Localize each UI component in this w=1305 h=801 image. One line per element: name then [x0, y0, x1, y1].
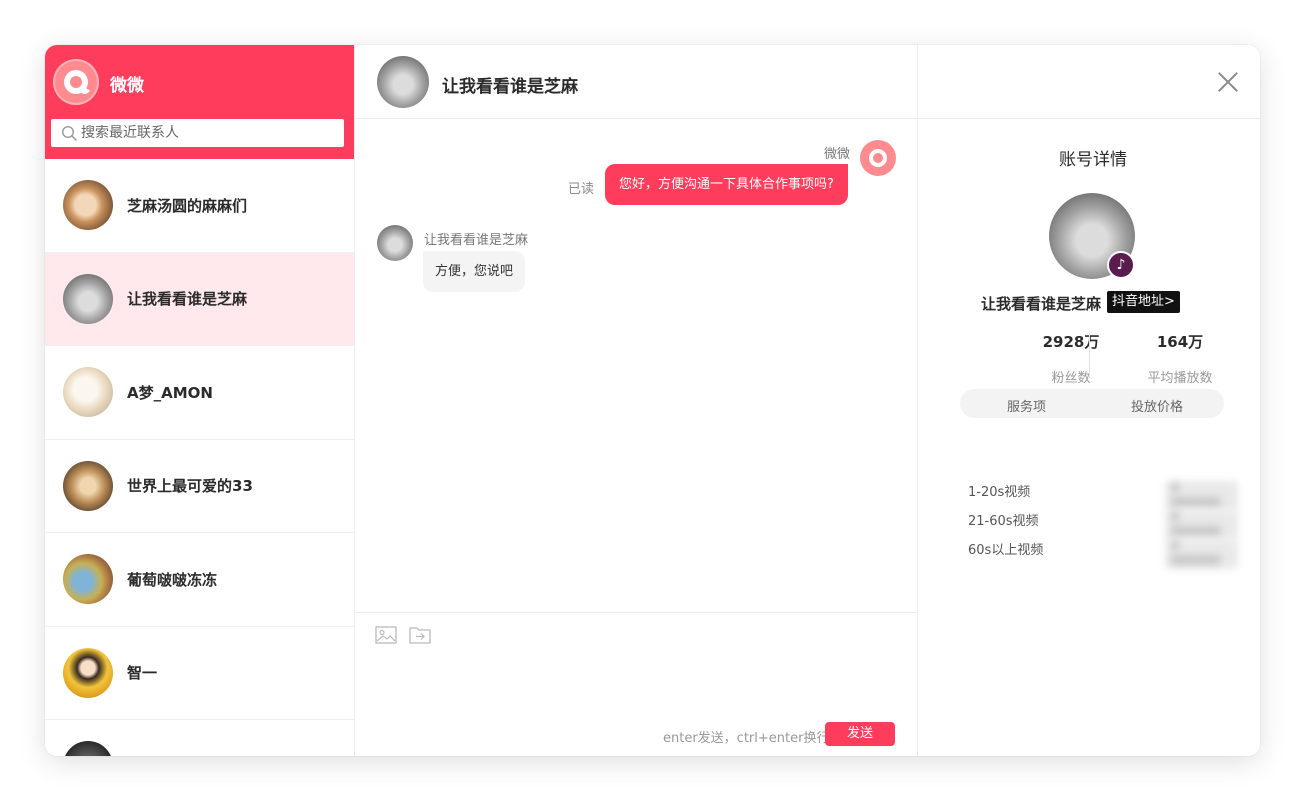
search-icon — [61, 125, 77, 141]
contact-name: A梦_AMON — [127, 383, 213, 402]
avatar — [63, 554, 113, 605]
self-avatar-icon — [860, 140, 896, 176]
service-price: ¥ 000000 — [1165, 510, 1238, 540]
avatar — [63, 741, 113, 756]
message-input[interactable] — [371, 653, 901, 713]
avatar — [63, 647, 113, 698]
sidebar: 微微 芝麻汤圆的麻麻们 让我看看谁是芝麻 A梦_AMON — [45, 45, 355, 756]
stat-divider — [1089, 331, 1090, 378]
avatar — [63, 460, 113, 511]
detail-name: 让我看看谁是芝麻 — [981, 295, 1102, 313]
search-box — [51, 119, 344, 147]
contact-item-active[interactable]: 让我看看谁是芝麻 — [45, 252, 354, 346]
avatar — [63, 273, 113, 324]
contact-item[interactable] — [45, 720, 354, 756]
plays-value: 164万 — [1156, 333, 1204, 351]
send-hint: enter发送，ctrl+enter换行 — [663, 731, 830, 746]
service-name: 21-60s视频 — [968, 514, 1039, 529]
contact-item[interactable]: 世界上最可爱的33 — [45, 440, 354, 533]
file-icon[interactable] — [409, 625, 431, 645]
sidebar-header: 微微 — [45, 45, 354, 159]
message-list: 微微 已读 您好，方便沟通一下具体合作事项吗? 让我看看谁是芝麻 方便，您说吧 — [355, 119, 918, 612]
app-window: 微微 芝麻汤圆的麻麻们 让我看看谁是芝麻 A梦_AMON — [45, 45, 1260, 756]
contact-name: 让我看看谁是芝麻 — [127, 290, 248, 309]
avatar — [63, 180, 113, 231]
service-price: ¥ 000000 — [1165, 481, 1238, 511]
contact-name: 智一 — [127, 664, 158, 683]
image-icon[interactable] — [375, 625, 397, 645]
other-avatar — [377, 225, 413, 261]
close-icon[interactable] — [1217, 71, 1239, 93]
self-sender-name: 微微 — [823, 147, 850, 162]
contact-name: 芝麻汤圆的麻麻们 — [127, 196, 248, 215]
price-header: 投放价格 — [1131, 400, 1184, 415]
service-header: 服务项 — [1007, 400, 1047, 415]
account-detail-panel: 账号详情 ♪ 让我看看谁是芝麻 抖音地址> 2928万 粉丝数 164万 平均播… — [918, 119, 1260, 756]
contact-name: 葡萄啵啵冻冻 — [127, 570, 218, 589]
read-status: 已读 — [568, 182, 595, 197]
service-row: 1-20s视频 ¥ 000000 — [968, 481, 1238, 511]
avatar — [63, 367, 113, 418]
contact-item[interactable]: A梦_AMON — [45, 346, 354, 440]
contact-item[interactable]: 智一 — [45, 627, 354, 720]
plays-label: 平均播放数 — [1147, 371, 1213, 386]
contact-item[interactable]: 芝麻汤圆的麻麻们 — [45, 159, 354, 253]
other-message-bubble: 方便，您说吧 — [423, 251, 526, 292]
send-button[interactable]: 发送 — [825, 722, 895, 746]
service-table-header: 服务项 投放价格 — [960, 389, 1224, 418]
service-name: 60s以上视频 — [968, 543, 1044, 558]
app-title: 微微 — [110, 76, 144, 96]
detail-title: 账号详情 — [1059, 150, 1127, 170]
service-row: 60s以上视频 ¥ 000000 — [968, 539, 1238, 569]
plays-stat: 164万 平均播放数 — [1115, 331, 1245, 386]
service-name: 1-20s视频 — [968, 485, 1031, 500]
other-sender-name: 让我看看谁是芝麻 — [424, 233, 529, 248]
service-row: 21-60s视频 ¥ 000000 — [968, 510, 1238, 540]
service-price: ¥ 000000 — [1165, 539, 1238, 569]
contact-list: 芝麻汤圆的麻麻们 让我看看谁是芝麻 A梦_AMON 世界上最可爱的33 葡萄啵啵… — [45, 159, 354, 756]
search-input[interactable] — [81, 119, 339, 147]
tiktok-icon: ♪ — [1107, 251, 1135, 279]
douyin-link[interactable]: 抖音地址> — [1107, 291, 1180, 313]
self-message-bubble: 您好，方便沟通一下具体合作事项吗? — [605, 164, 848, 205]
contact-name: 世界上最可爱的33 — [127, 477, 253, 496]
composer: enter发送，ctrl+enter换行 发送 — [355, 612, 918, 756]
app-logo-icon — [53, 59, 99, 105]
contact-item[interactable]: 葡萄啵啵冻冻 — [45, 533, 354, 627]
